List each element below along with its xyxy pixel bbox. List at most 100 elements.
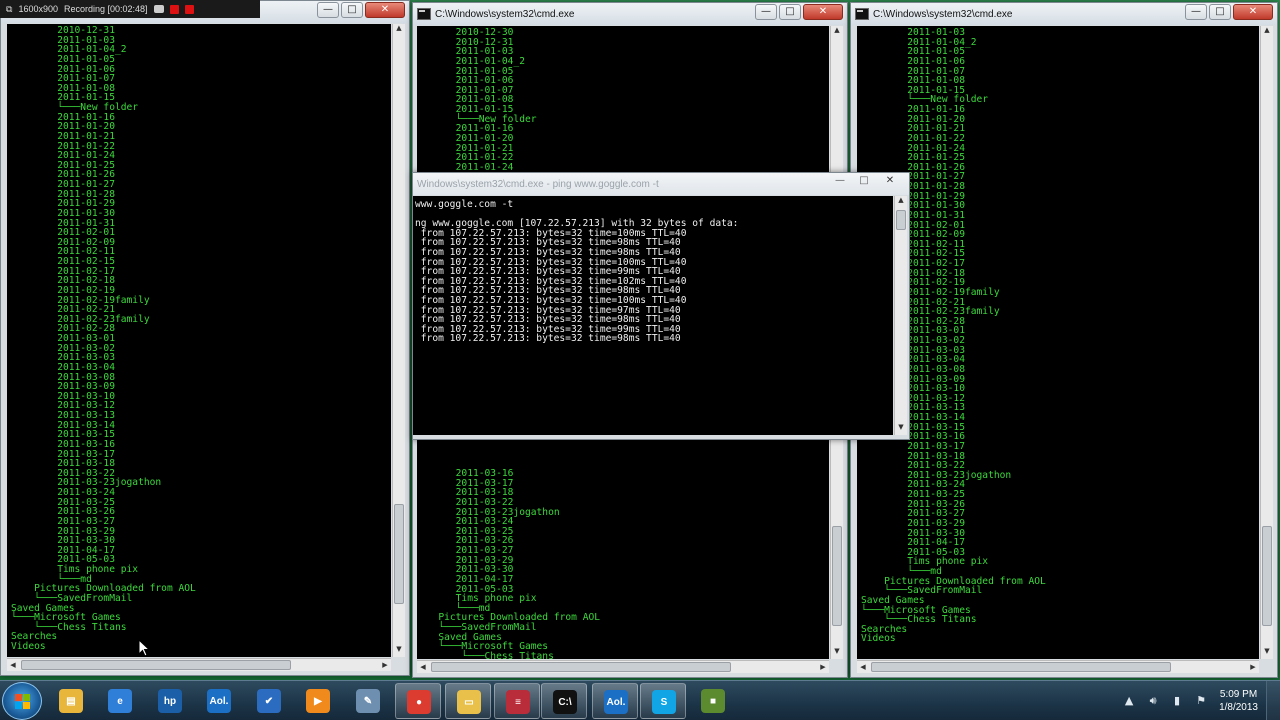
maximize-button[interactable]: □	[1209, 4, 1231, 20]
scroll-right-arrow[interactable]: ▶	[379, 659, 391, 671]
vertical-scrollbar[interactable]: ▲ ▼	[894, 196, 907, 435]
chrome-icon: ●	[407, 690, 431, 714]
minimize-button[interactable]: —	[317, 2, 339, 18]
media-player-icon: ▶	[306, 689, 330, 713]
recording-status: Recording [00:02:48]	[63, 4, 148, 14]
console-text: 2011-03-16 2011-03-17 2011-03-18 2011-03…	[438, 468, 601, 659]
scroll-thumb[interactable]	[394, 504, 404, 604]
scroll-thumb[interactable]	[832, 526, 842, 626]
window-title: C:\Windows\system32\cmd.exe	[873, 8, 1013, 20]
resolution-icon: ⧉	[6, 3, 13, 14]
ping-console-output[interactable]: www.goggle.com -t ng www.goggle.com [107…	[413, 196, 893, 435]
scroll-up-arrow[interactable]: ▲	[393, 24, 405, 36]
scroll-thumb[interactable]	[1262, 526, 1272, 626]
taskbar-button-windows-explorer[interactable]: ▤	[48, 683, 94, 719]
scroll-right-arrow[interactable]: ▶	[1247, 661, 1259, 673]
hscroll-thumb[interactable]	[431, 662, 731, 672]
volume-icon[interactable]: 🔊︎	[1146, 694, 1160, 708]
system-tray: ▲ 🔊︎ ▮ ⚑ 5:09 PM 1/8/2013	[1117, 681, 1280, 720]
vertical-scrollbar[interactable]: ▲ ▼	[392, 24, 405, 657]
scroll-left-arrow[interactable]: ◀	[417, 661, 429, 673]
hscroll-thumb[interactable]	[21, 660, 291, 670]
scroll-up-arrow[interactable]: ▲	[895, 196, 907, 208]
vertical-scrollbar[interactable]: ▲ ▼	[1260, 26, 1273, 659]
scroll-down-arrow[interactable]: ▼	[895, 423, 907, 435]
start-button[interactable]	[2, 682, 42, 720]
minecraft-icon: ■	[701, 689, 725, 713]
taskbar-button-cmd[interactable]: C:\	[541, 683, 587, 719]
cmd-icon: C:\	[553, 690, 577, 714]
maximize-button[interactable]: □	[341, 2, 363, 18]
scroll-up-arrow[interactable]: ▲	[1261, 26, 1273, 38]
aol-icon: Aol.	[207, 689, 231, 713]
minimize-button[interactable]: —	[829, 174, 851, 190]
maximize-button[interactable]: □	[853, 174, 875, 190]
recording-resolution: 1600x900	[18, 4, 58, 14]
console-output[interactable]: 2010-12-31 2011-01-03 2011-01-04_2 2011-…	[7, 24, 391, 657]
close-button[interactable]: ✕	[1233, 4, 1273, 20]
window-title: C:\Windows\system32\cmd.exe	[435, 8, 575, 20]
close-button[interactable]: ✕	[365, 2, 405, 18]
internet-explorer-icon: e	[108, 689, 132, 713]
maximize-button[interactable]: □	[779, 4, 801, 20]
close-button[interactable]: ✕	[877, 174, 903, 190]
ping-window[interactable]: Windows\system32\cmd.exe - ping www.gogg…	[412, 172, 910, 440]
taskbar-button-media-player[interactable]: ▶	[295, 683, 341, 719]
scroll-left-arrow[interactable]: ◀	[7, 659, 19, 671]
horizontal-scrollbar[interactable]: ◀ ▶	[417, 660, 829, 673]
paint-icon: ✎	[356, 689, 380, 713]
cmd-icon	[855, 8, 869, 20]
window-titlebar[interactable]: C:\Windows\system32\cmd.exe — □ ✕	[413, 3, 847, 25]
horizontal-scrollbar[interactable]: ◀ ▶	[7, 658, 391, 671]
clock-date: 1/8/2013	[1219, 702, 1258, 713]
minimize-button[interactable]: —	[755, 4, 777, 20]
scroll-down-arrow[interactable]: ▼	[393, 645, 405, 657]
pause-icon[interactable]	[169, 4, 179, 14]
taskbar-button-internet-explorer[interactable]: e	[97, 683, 143, 719]
scroll-thumb[interactable]	[896, 210, 906, 230]
recording-toolbar: ⧉ 1600x900 Recording [00:02:48]	[0, 0, 260, 18]
mouse-cursor-icon	[138, 639, 150, 657]
window-title: Windows\system32\cmd.exe - ping www.gogg…	[417, 178, 659, 190]
scroll-down-arrow[interactable]: ▼	[831, 647, 843, 659]
scroll-right-arrow[interactable]: ▶	[817, 661, 829, 673]
cmd-icon	[417, 8, 431, 20]
show-hidden-icons-icon[interactable]: ▲	[1122, 694, 1136, 708]
close-button[interactable]: ✕	[803, 4, 843, 20]
horizontal-scrollbar[interactable]: ◀ ▶	[857, 660, 1259, 673]
taskbar-button-paint[interactable]: ✎	[345, 683, 391, 719]
taskbar-button-checkmark-app[interactable]: ✔	[246, 683, 292, 719]
hp-icon: hp	[158, 689, 182, 713]
folder-icon: ▭	[457, 690, 481, 714]
hscroll-thumb[interactable]	[871, 662, 1171, 672]
taskbar-button-flag-app[interactable]: ≡	[494, 683, 540, 719]
windows-explorer-icon: ▤	[59, 689, 83, 713]
taskbar-button-minecraft[interactable]: ■	[690, 683, 736, 719]
taskbar-button-hp[interactable]: hp	[147, 683, 193, 719]
console-text: www.goggle.com -t ng www.goggle.com [107…	[415, 199, 739, 345]
network-icon[interactable]: ▮	[1170, 694, 1184, 708]
taskbar-button-skype[interactable]: S	[640, 683, 686, 719]
scroll-left-arrow[interactable]: ◀	[857, 661, 869, 673]
console-output[interactable]: 2011-01-03 2011-01-04_2 2011-01-05 2011-…	[857, 26, 1259, 659]
camera-icon[interactable]	[153, 5, 164, 13]
scroll-up-arrow[interactable]: ▲	[831, 26, 843, 38]
minimize-button[interactable]: —	[1185, 4, 1207, 20]
windows-logo-icon	[15, 694, 31, 710]
window-titlebar[interactable]: C:\Windows\system32\cmd.exe — □ ✕	[851, 3, 1277, 25]
taskbar-button-aol[interactable]: Aol.	[196, 683, 242, 719]
show-desktop-button[interactable]	[1266, 681, 1280, 720]
scroll-down-arrow[interactable]: ▼	[1261, 647, 1273, 659]
console-text: 2010-12-30 2010-12-31 2011-01-03 2011-01…	[455, 27, 537, 173]
flag-app-icon: ≡	[506, 690, 530, 714]
taskbar: ▤ e hp Aol. ✔ ▶ ✎ ● ▭ ≡ C:\ Aol. S ■ ▲ 🔊︎ ▮ ⚑ 5:09 PM…	[0, 680, 1280, 720]
taskbar-button-chrome[interactable]: ●	[395, 683, 441, 719]
action-center-icon[interactable]: ⚑	[1194, 694, 1208, 708]
taskbar-button-folder[interactable]: ▭	[445, 683, 491, 719]
stop-record-icon[interactable]	[184, 4, 194, 14]
clock[interactable]: 5:09 PM 1/8/2013	[1219, 688, 1258, 714]
cmd-window-left[interactable]: — □ ✕ 2010-12-31 2011-01-03 2011-01-04_2…	[0, 0, 410, 676]
window-titlebar[interactable]: Windows\system32\cmd.exe - ping www.gogg…	[413, 173, 909, 195]
taskbar-button-aol-mail[interactable]: Aol.	[592, 683, 638, 719]
cmd-window-right[interactable]: C:\Windows\system32\cmd.exe — □ ✕ 2011-0…	[850, 2, 1278, 678]
